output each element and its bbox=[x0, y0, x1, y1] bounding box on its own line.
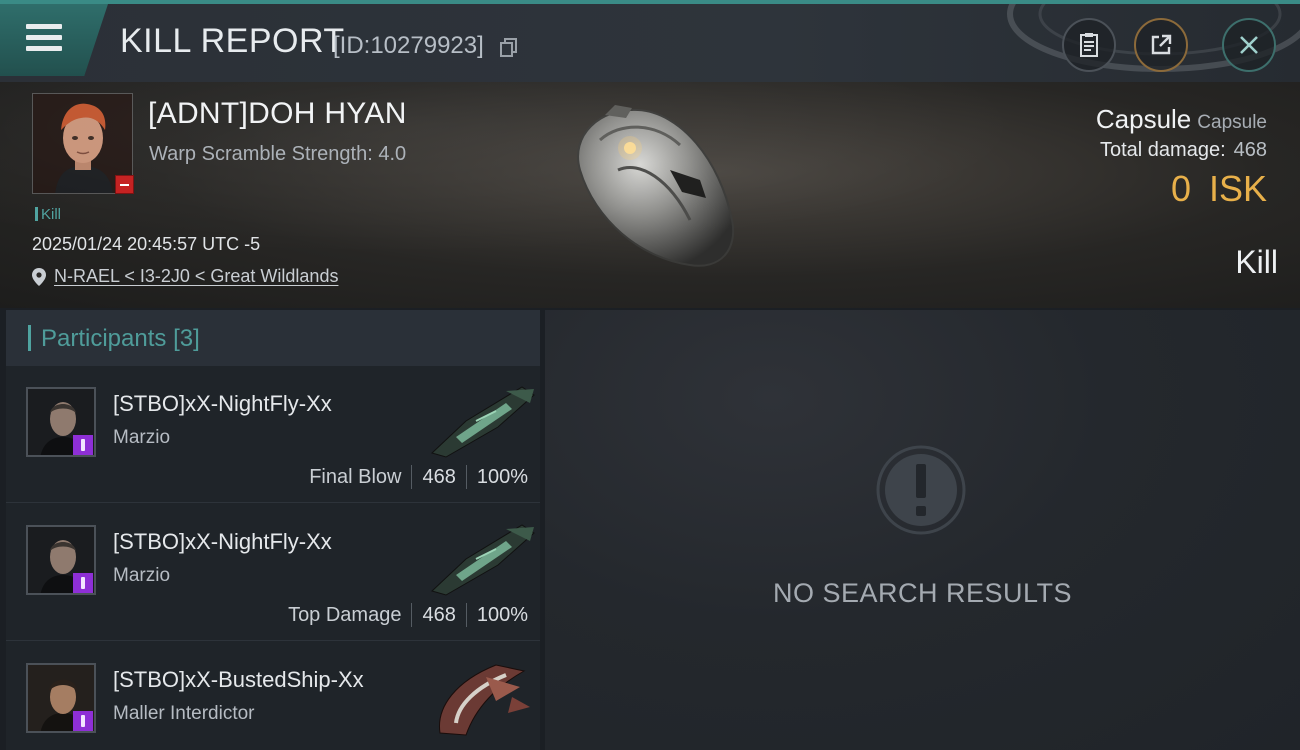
clipboard-button[interactable] bbox=[1062, 18, 1116, 72]
victim-summary: [ADNT]DOH HYAN Warp Scramble Strength: 4… bbox=[0, 82, 1300, 308]
results-panel: NO SEARCH RESULTS bbox=[545, 310, 1300, 750]
participant-name[interactable]: [STBO]xX-BustedShip-Xx bbox=[113, 667, 364, 693]
kill-tag: Kill bbox=[35, 206, 61, 223]
corp-badge-icon bbox=[73, 711, 93, 731]
isk-amount: 0 bbox=[1170, 168, 1191, 209]
share-button[interactable] bbox=[1134, 18, 1188, 72]
location-link[interactable]: N-RAEL < I3-2J0 < Great Wildlands bbox=[54, 266, 338, 287]
menu-icon bbox=[26, 24, 62, 52]
corp-badge-icon bbox=[73, 435, 93, 455]
participant-damage: 468 bbox=[422, 603, 456, 626]
participant-ship-image bbox=[431, 386, 535, 458]
participant-row[interactable]: [STBO]xX-NightFly-Xx Marzio Final Blow 4… bbox=[6, 367, 540, 503]
location-pin-icon bbox=[32, 267, 46, 286]
participants-header: Participants [3] bbox=[6, 310, 540, 366]
ship-info: Capsule Capsule Total damage: 468 0 ISK bbox=[1096, 104, 1267, 210]
participant-ship-image bbox=[431, 524, 535, 596]
total-damage: Total damage: 468 bbox=[1096, 139, 1267, 162]
page-title: KILL REPORT bbox=[120, 22, 345, 60]
victim-portrait[interactable] bbox=[32, 93, 133, 194]
participant-stats: Top Damage 468 100% bbox=[288, 603, 528, 627]
participant-ship: Maller Interdictor bbox=[113, 703, 255, 724]
warning-icon bbox=[876, 445, 966, 535]
total-damage-value: 468 bbox=[1233, 139, 1267, 161]
kill-location[interactable]: N-RAEL < I3-2J0 < Great Wildlands bbox=[32, 266, 338, 287]
participant-row[interactable]: [STBO]xX-NightFly-Xx Marzio Top Damage 4… bbox=[6, 505, 540, 641]
participant-name[interactable]: [STBO]xX-NightFly-Xx bbox=[113, 529, 332, 555]
report-id: [ID:10279923] bbox=[333, 32, 484, 59]
menu-button[interactable] bbox=[0, 4, 108, 76]
participant-stats: Final Blow 468 100% bbox=[309, 465, 528, 489]
participant-role: Final Blow bbox=[309, 465, 402, 488]
capsule-ship-image bbox=[577, 105, 735, 267]
participant-ship-image bbox=[439, 664, 530, 736]
empty-results-text: NO SEARCH RESULTS bbox=[772, 578, 1073, 608]
stats-divider bbox=[411, 465, 413, 489]
participant-role: Top Damage bbox=[288, 603, 402, 626]
total-damage-label: Total damage: bbox=[1099, 139, 1226, 161]
header-bar: KILL REPORT [ID:10279923] bbox=[0, 4, 1300, 82]
ship-type: Capsule Capsule bbox=[1096, 104, 1267, 135]
isk-value: 0 ISK bbox=[1096, 168, 1267, 210]
clipboard-icon bbox=[1080, 33, 1098, 57]
participant-percent: 100% bbox=[476, 465, 528, 488]
participant-percent: 100% bbox=[476, 603, 528, 626]
close-button[interactable] bbox=[1222, 18, 1276, 72]
participant-ship: Marzio bbox=[113, 565, 171, 586]
kill-result: Kill bbox=[1235, 244, 1278, 280]
ship-class: Capsule bbox=[1197, 112, 1267, 133]
isk-unit: ISK bbox=[1208, 168, 1267, 209]
participants-panel: Participants [3] [STBO]xX-NightFly-Xx Ma… bbox=[6, 310, 540, 750]
loss-badge bbox=[115, 175, 134, 194]
stats-divider bbox=[465, 603, 467, 627]
participant-ship: Marzio bbox=[113, 427, 171, 448]
share-icon bbox=[1151, 34, 1172, 55]
kill-timestamp: 2025/01/24 20:45:57 UTC -5 bbox=[32, 234, 261, 254]
copy-icon[interactable] bbox=[500, 38, 518, 58]
ship-name: Capsule bbox=[1095, 104, 1192, 134]
stats-divider bbox=[465, 465, 467, 489]
warp-scramble-strength: Warp Scramble Strength: 4.0 bbox=[149, 143, 407, 165]
victim-portrait-image bbox=[33, 94, 132, 193]
corp-badge-icon bbox=[73, 573, 93, 593]
stats-divider bbox=[411, 603, 413, 627]
participant-name[interactable]: [STBO]xX-NightFly-Xx bbox=[113, 391, 332, 417]
participants-label: Participants bbox=[41, 325, 167, 352]
participants-count: [3] bbox=[173, 325, 200, 352]
victim-name[interactable]: [ADNT]DOH HYAN bbox=[148, 97, 407, 131]
participant-damage: 468 bbox=[422, 465, 456, 488]
participant-row[interactable]: [STBO]xX-BustedShip-Xx Maller Interdicto… bbox=[6, 643, 540, 750]
participants-header-accent bbox=[28, 325, 31, 351]
participants-title: Participants [3] bbox=[41, 325, 200, 353]
close-icon bbox=[1240, 36, 1258, 54]
